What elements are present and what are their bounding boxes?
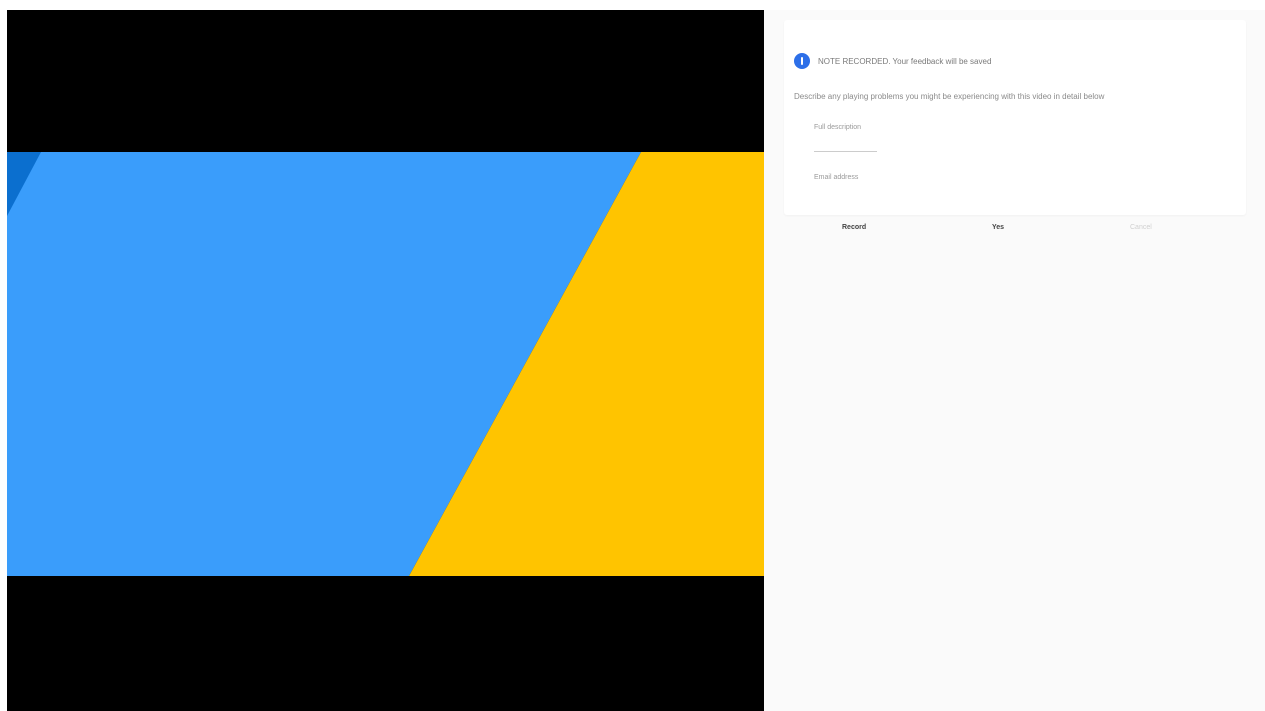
cancel-button[interactable]: Cancel <box>1124 222 1158 233</box>
yes-button[interactable]: Yes <box>986 222 1010 233</box>
header-text: NOTE RECORDED. Your feedback will be sav… <box>818 56 992 66</box>
field-label: ————————— <box>814 148 877 155</box>
info-icon <box>794 53 810 69</box>
field-label: Email address <box>814 174 859 181</box>
feedback-card: NOTE RECORDED. Your feedback will be sav… <box>784 20 1246 215</box>
feedback-panel: NOTE RECORDED. Your feedback will be sav… <box>764 10 1265 711</box>
video-player[interactable] <box>7 10 764 711</box>
field-label: Full description <box>814 124 862 131</box>
action-bar: Record Yes Cancel <box>804 222 1224 242</box>
screen: NOTE RECORDED. Your feedback will be sav… <box>0 0 1265 711</box>
card-description: Describe any playing problems you might … <box>794 92 1105 101</box>
email-field[interactable]: Email address <box>814 174 1014 181</box>
description-field[interactable]: Full description <box>814 124 1014 131</box>
video-frame <box>7 10 764 711</box>
input-underline-field[interactable]: ————————— <box>814 148 1014 155</box>
card-header: NOTE RECORDED. Your feedback will be sav… <box>794 53 991 69</box>
record-button[interactable]: Record <box>836 222 872 233</box>
